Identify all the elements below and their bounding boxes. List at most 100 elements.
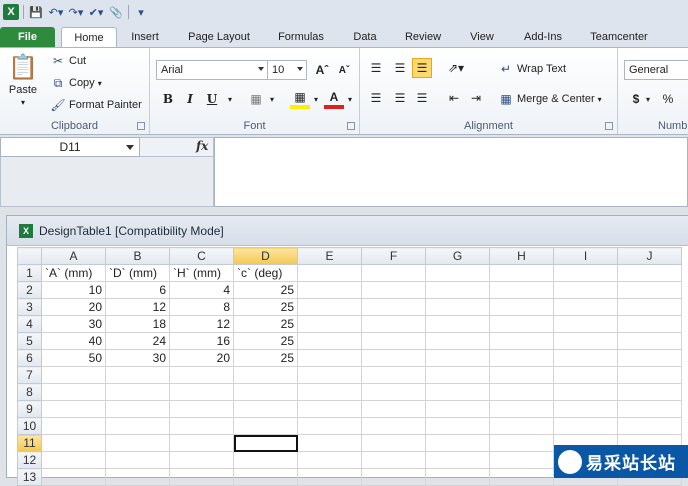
row-header[interactable]: 5	[17, 332, 42, 350]
cell-B8[interactable]	[105, 383, 170, 401]
cell-F4[interactable]	[361, 315, 426, 333]
cell-G13[interactable]	[425, 468, 490, 486]
cell-H6[interactable]	[489, 349, 554, 367]
excel-logo-icon[interactable]: X	[3, 4, 19, 20]
column-header[interactable]: G	[425, 247, 490, 265]
cell-E4[interactable]	[297, 315, 362, 333]
redo-icon[interactable]: ↷▾	[68, 3, 84, 21]
cell-C11[interactable]	[169, 434, 234, 452]
cell-A2[interactable]: 10	[41, 281, 106, 299]
cell-B2[interactable]: 6	[105, 281, 170, 299]
cell-J8[interactable]	[617, 383, 682, 401]
row-header[interactable]: 8	[17, 383, 42, 401]
tab-add-ins[interactable]: Add-Ins	[518, 27, 568, 47]
row-header[interactable]: 7	[17, 366, 42, 384]
cell-C2[interactable]: 4	[169, 281, 234, 299]
cell-D7[interactable]	[233, 366, 298, 384]
cell-B9[interactable]	[105, 400, 170, 418]
shrink-font-icon[interactable]: Aˇ	[334, 60, 354, 80]
spelling-icon[interactable]: ✔▾	[88, 3, 104, 21]
cell-A1[interactable]: `A` (mm)	[41, 264, 106, 282]
cell-H1[interactable]	[489, 264, 554, 282]
cell-E2[interactable]	[297, 281, 362, 299]
cell-B1[interactable]: `D` (mm)	[105, 264, 170, 282]
cell-H8[interactable]	[489, 383, 554, 401]
align-middle-icon[interactable]: ☰	[390, 58, 410, 78]
cell-G5[interactable]	[425, 332, 490, 350]
align-top-icon[interactable]: ☰	[366, 58, 386, 78]
dialog-launcher-icon[interactable]	[347, 122, 355, 130]
cell-F10[interactable]	[361, 417, 426, 435]
chevron-down-icon[interactable]: ▾	[262, 89, 282, 109]
cell-H12[interactable]	[489, 451, 554, 469]
row-header[interactable]: 9	[17, 400, 42, 418]
cell-B5[interactable]: 24	[105, 332, 170, 350]
tab-insert[interactable]: Insert	[126, 27, 164, 47]
attach-icon[interactable]: 📎	[108, 3, 124, 21]
align-left-icon[interactable]: ☰	[366, 88, 386, 108]
cell-C4[interactable]: 12	[169, 315, 234, 333]
column-header[interactable]: H	[489, 247, 554, 265]
tab-formulas[interactable]: Formulas	[273, 27, 329, 47]
row-header[interactable]: 3	[17, 298, 42, 316]
tab-home[interactable]: Home	[61, 27, 117, 48]
row-header[interactable]: 6	[17, 349, 42, 367]
copy-button[interactable]: ⧉ Copy ▾	[50, 75, 102, 91]
cell-J6[interactable]	[617, 349, 682, 367]
cell-A7[interactable]	[41, 366, 106, 384]
paste-button[interactable]: 📋 Paste ▾	[8, 52, 38, 108]
cell-H13[interactable]	[489, 468, 554, 486]
cell-A6[interactable]: 50	[41, 349, 106, 367]
cell-E9[interactable]	[297, 400, 362, 418]
column-header[interactable]: J	[617, 247, 682, 265]
cell-C5[interactable]: 16	[169, 332, 234, 350]
cell-F3[interactable]	[361, 298, 426, 316]
cell-H5[interactable]	[489, 332, 554, 350]
cell-F1[interactable]	[361, 264, 426, 282]
font-size-select[interactable]: 10	[267, 60, 307, 80]
cell-H9[interactable]	[489, 400, 554, 418]
chevron-down-icon[interactable]: ▾	[340, 89, 360, 109]
chevron-down-icon[interactable]: ▾	[638, 89, 658, 109]
cell-A10[interactable]	[41, 417, 106, 435]
chevron-down-icon[interactable]: ▾	[220, 89, 240, 109]
cell-J5[interactable]	[617, 332, 682, 350]
cell-B7[interactable]	[105, 366, 170, 384]
column-header[interactable]: E	[297, 247, 362, 265]
align-bottom-icon[interactable]: ☰	[412, 58, 432, 78]
cell-H2[interactable]	[489, 281, 554, 299]
cell-A13[interactable]	[41, 468, 106, 486]
cell-A9[interactable]	[41, 400, 106, 418]
tab-file[interactable]: File	[0, 27, 55, 47]
cell-E12[interactable]	[297, 451, 362, 469]
cell-E11[interactable]	[297, 434, 362, 452]
workbook-titlebar[interactable]: X DesignTable1 [Compatibility Mode]	[7, 216, 688, 246]
italic-button[interactable]: I	[180, 89, 200, 109]
cell-D5[interactable]: 25	[233, 332, 298, 350]
cell-C10[interactable]	[169, 417, 234, 435]
cell-A5[interactable]: 40	[41, 332, 106, 350]
cell-C1[interactable]: `H` (mm)	[169, 264, 234, 282]
cell-A4[interactable]: 30	[41, 315, 106, 333]
cell-I6[interactable]	[553, 349, 618, 367]
row-header[interactable]: 4	[17, 315, 42, 333]
cell-A3[interactable]: 20	[41, 298, 106, 316]
cell-D10[interactable]	[233, 417, 298, 435]
row-header[interactable]: 10	[17, 417, 42, 435]
cell-I9[interactable]	[553, 400, 618, 418]
cell-D2[interactable]: 25	[233, 281, 298, 299]
cell-F7[interactable]	[361, 366, 426, 384]
cell-C3[interactable]: 8	[169, 298, 234, 316]
cell-J10[interactable]	[617, 417, 682, 435]
cell-D6[interactable]: 25	[233, 349, 298, 367]
cell-H4[interactable]	[489, 315, 554, 333]
cell-C9[interactable]	[169, 400, 234, 418]
cell-G10[interactable]	[425, 417, 490, 435]
cell-E3[interactable]	[297, 298, 362, 316]
row-header[interactable]: 12	[17, 451, 42, 469]
bold-button[interactable]: B	[158, 89, 178, 109]
tab-view[interactable]: View	[464, 27, 500, 47]
cell-G3[interactable]	[425, 298, 490, 316]
row-header[interactable]: 2	[17, 281, 42, 299]
dialog-launcher-icon[interactable]	[137, 122, 145, 130]
